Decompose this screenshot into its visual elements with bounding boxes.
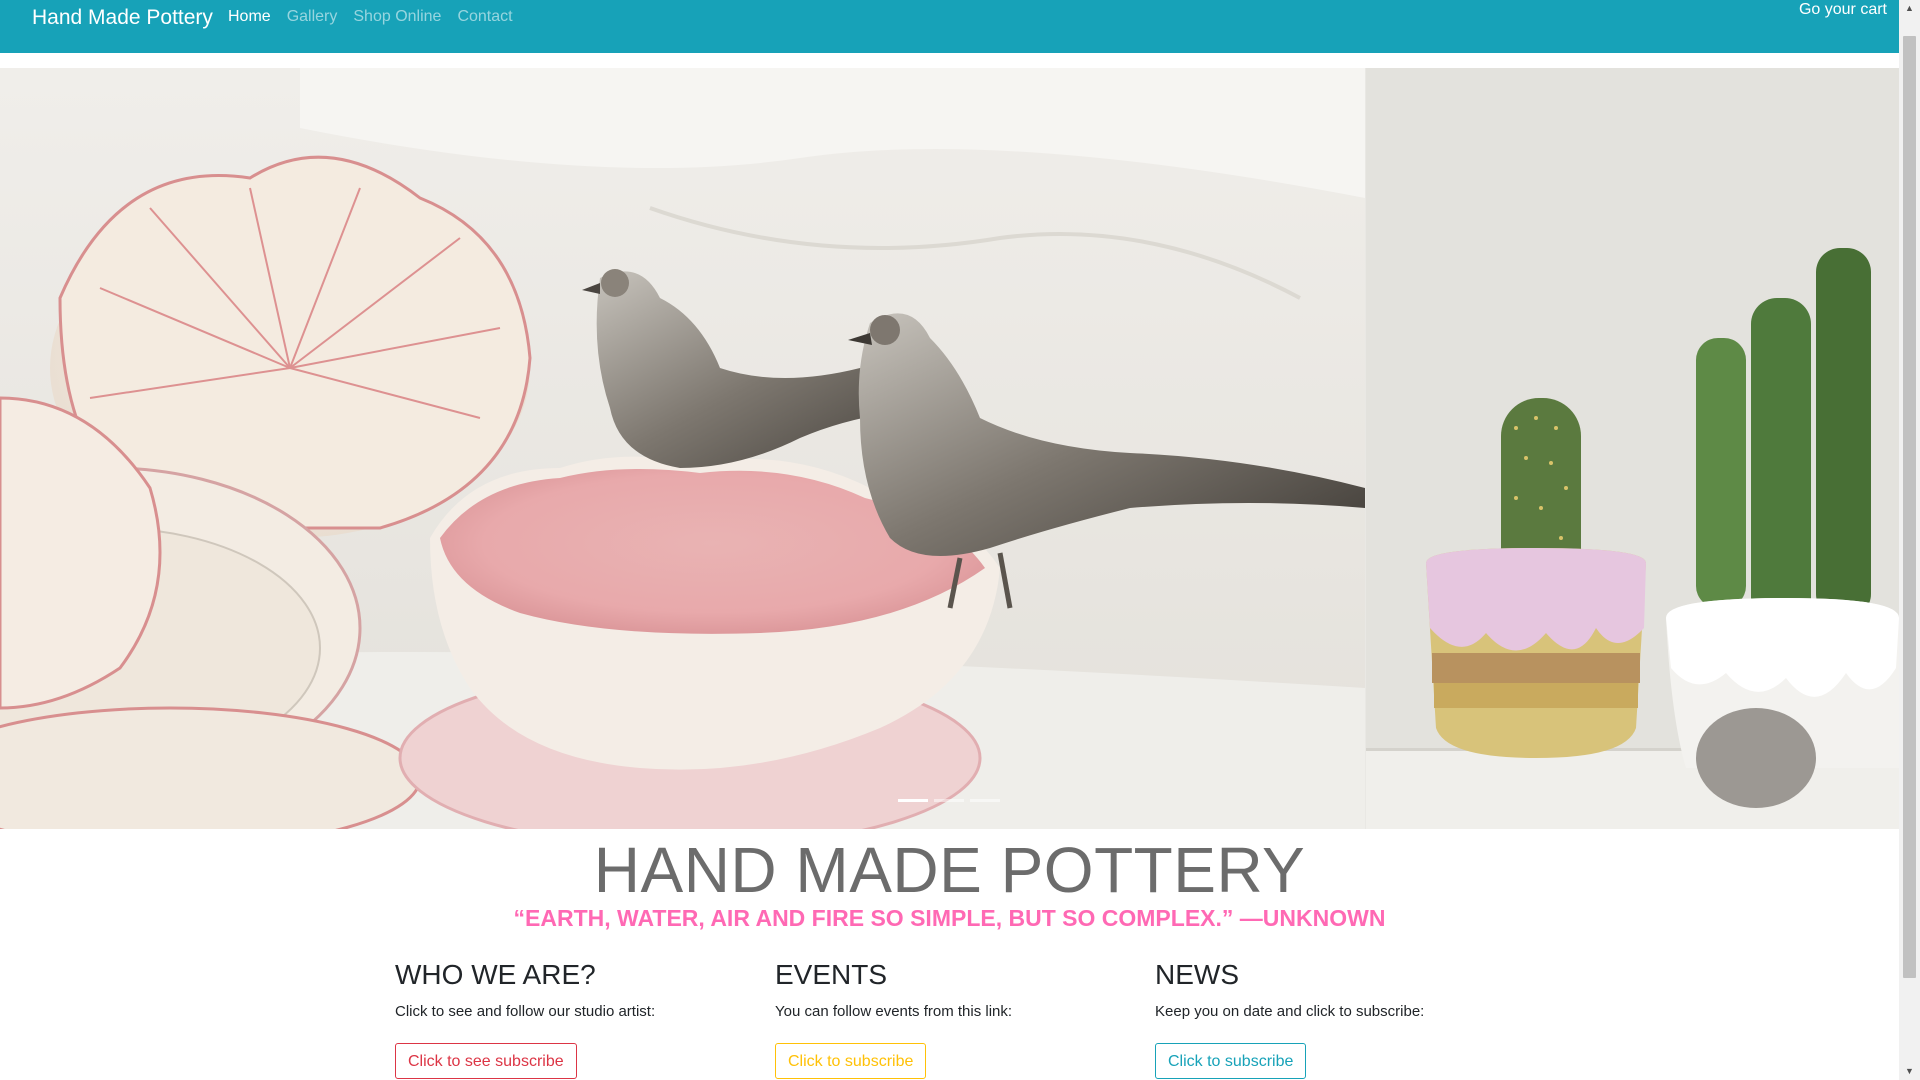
cart-link[interactable]: Go your cart (1799, 0, 1887, 20)
cactus-planters-image (1366, 68, 1899, 829)
who-we-are-text: Click to see and follow our studio artis… (395, 1003, 656, 1020)
pottery-bowls-image (0, 68, 1365, 829)
events-section: EVENTS You can follow events from this l… (775, 956, 1135, 1079)
nav-link-shop-online[interactable]: Shop Online (353, 7, 441, 27)
news-text: Keep you on date and click to subscribe: (1155, 1003, 1425, 1020)
carousel-slide-pottery-bowls (0, 68, 1365, 829)
events-subscribe-button[interactable]: Click to subscribe (775, 1043, 927, 1079)
news-heading: NEWS (1155, 959, 1239, 990)
nav-link-home[interactable]: Home (228, 7, 271, 27)
hero-carousel[interactable] (0, 68, 1899, 829)
events-heading: EVENTS (775, 959, 888, 990)
nav-links: Home Gallery Shop Online Contact (228, 7, 513, 27)
scrollbar-thumb[interactable] (1903, 36, 1916, 978)
carousel-indicator-2[interactable] (934, 799, 964, 802)
nav-link-contact[interactable]: Contact (457, 7, 512, 27)
who-we-are-section: WHO WE ARE? Click to see and follow our … (395, 956, 755, 1079)
carousel-slide-cactus-planters (1366, 68, 1899, 829)
scroll-down-arrow-icon[interactable]: ▼ (1899, 1063, 1920, 1080)
who-we-are-heading: WHO WE ARE? (395, 959, 596, 990)
news-section: NEWS Keep you on date and click to subsc… (1155, 956, 1515, 1079)
news-subscribe-button[interactable]: Click to subscribe (1155, 1043, 1307, 1079)
carousel-indicator-3[interactable] (970, 799, 1000, 802)
carousel-indicator-1[interactable] (898, 799, 928, 802)
events-text: You can follow events from this link: (775, 1003, 1013, 1020)
page-scrollbar[interactable]: ▲ ▼ (1899, 0, 1920, 1080)
hero-quote: “EARTH, WATER, AIR AND FIRE SO SIMPLE, B… (513, 905, 1386, 931)
scroll-up-arrow-icon[interactable]: ▲ (1899, 0, 1920, 17)
page-title: HAND MADE POTTERY (593, 834, 1306, 906)
nav-link-gallery[interactable]: Gallery (287, 7, 338, 27)
brand-logo-link[interactable]: Hand Made Pottery (32, 6, 213, 30)
navbar: Hand Made Pottery Home Gallery Shop Onli… (0, 0, 1899, 53)
carousel-indicators (898, 799, 1000, 802)
studio-artist-subscribe-button[interactable]: Click to see subscribe (395, 1043, 577, 1079)
